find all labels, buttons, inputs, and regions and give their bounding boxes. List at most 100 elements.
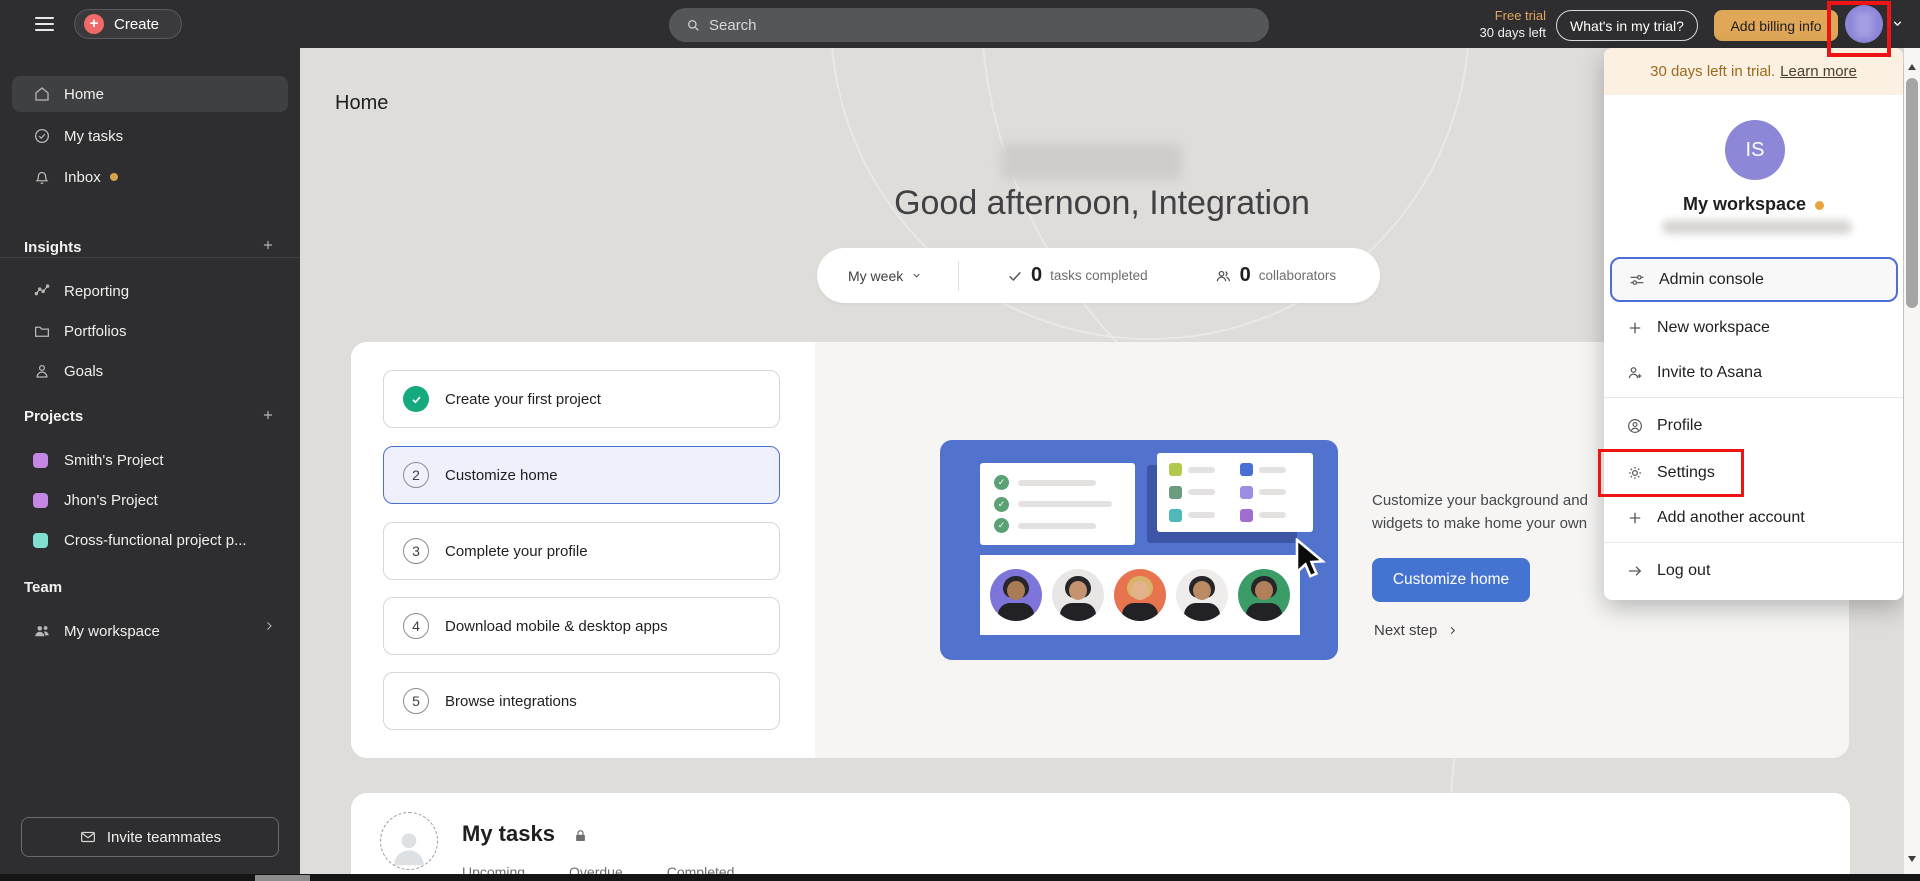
menu-item-profile[interactable]: Profile <box>1610 408 1898 444</box>
people-icon <box>33 622 51 640</box>
checklist-item-label: Browse integrations <box>445 692 577 710</box>
next-step-label: Next step <box>1374 622 1438 639</box>
sidebar-item-goals[interactable]: Goals <box>12 353 288 389</box>
step-number-badge: 5 <box>403 688 429 714</box>
add-billing-info-button[interactable]: Add billing info <box>1714 10 1838 41</box>
mouse-cursor <box>1288 538 1328 582</box>
sidebar-item-label: Goals <box>64 362 104 380</box>
next-step-link[interactable]: Next step <box>1374 622 1458 639</box>
sidebar-item-my-tasks[interactable]: My tasks <box>12 118 288 154</box>
inbox-notification-dot <box>109 173 118 181</box>
hamburger-menu-icon[interactable] <box>35 17 54 31</box>
sidebar-section-insights[interactable]: Insights <box>24 239 82 256</box>
top-bar: + Create Search Free trial 30 days left … <box>0 0 1920 48</box>
menu-item-label: Profile <box>1657 417 1703 434</box>
chevron-right-icon[interactable] <box>263 620 275 632</box>
plus-icon <box>1626 319 1644 337</box>
illustration-team-avatars <box>980 555 1300 635</box>
avatar <box>1176 569 1228 621</box>
my-tasks-card: My tasks Upcoming Overdue Completed <box>351 793 1850 881</box>
menu-item-add-another-account[interactable]: Add another account <box>1610 500 1898 536</box>
checklist-item-download-apps[interactable]: 4 Download mobile & desktop apps <box>383 597 780 655</box>
envelope-icon <box>79 828 97 846</box>
menu-item-label: Add another account <box>1657 509 1805 526</box>
tasks-completed-stat: 0 tasks completed <box>1007 264 1148 287</box>
checklist-item-customize-home[interactable]: 2 Customize home <box>383 446 780 504</box>
invite-teammates-label: Invite teammates <box>106 828 222 846</box>
scrollbar-up-arrow[interactable] <box>1908 64 1916 70</box>
menu-item-admin-console[interactable]: Admin console <box>1610 257 1898 302</box>
illustration-tasks-card: ✓ ✓ ✓ <box>980 463 1135 545</box>
create-button[interactable]: + Create <box>74 9 182 39</box>
free-trial-label: Free trial <box>1494 8 1546 23</box>
project-color-icon <box>33 452 48 468</box>
invite-teammates-button[interactable]: Invite teammates <box>21 817 279 857</box>
avatar <box>1114 569 1166 621</box>
menu-item-label: Log out <box>1657 562 1711 579</box>
blurred-date-text <box>1001 143 1182 180</box>
promo-text-line1: Customize your background and <box>1372 492 1588 509</box>
workspace-status-dot <box>1815 201 1825 210</box>
bell-icon <box>33 168 51 186</box>
avatar <box>1052 569 1104 621</box>
menu-item-label: New workspace <box>1657 319 1770 336</box>
scrollbar-thumb[interactable] <box>1906 78 1918 308</box>
menu-item-log-out[interactable]: Log out <box>1610 553 1898 589</box>
sidebar-project-smiths[interactable]: Smith's Project <box>12 442 288 478</box>
customize-home-button[interactable]: Customize home <box>1372 558 1530 602</box>
taskbar-notch <box>255 875 310 881</box>
my-week-dropdown[interactable]: My week <box>817 268 958 284</box>
promo-text-line2: widgets to make home your own <box>1372 515 1588 532</box>
workspace-name: My workspace <box>1604 194 1903 215</box>
sidebar-item-inbox[interactable]: Inbox <box>12 159 288 195</box>
sidebar-item-portfolios[interactable]: Portfolios <box>12 313 288 349</box>
add-insights-icon[interactable] <box>261 238 275 252</box>
sidebar-divider <box>0 257 300 258</box>
checklist-item-label: Customize home <box>445 466 558 484</box>
sidebar-item-label: My tasks <box>64 127 124 145</box>
blurred-account-email <box>1662 220 1852 234</box>
checklist-item-browse-integrations[interactable]: 5 Browse integrations <box>383 672 780 730</box>
greeting-text: Good afternoon, Integration <box>894 184 1310 222</box>
asana-home-screen: Home Good afternoon, Integration My week… <box>0 0 1920 881</box>
lock-icon <box>573 828 588 844</box>
sidebar-item-my-workspace[interactable]: My workspace <box>12 613 288 649</box>
add-project-icon[interactable] <box>261 408 275 422</box>
scrollbar-down-arrow[interactable] <box>1908 856 1916 862</box>
person-plus-icon <box>1626 364 1644 382</box>
checklist-item-create-project[interactable]: Create your first project <box>383 370 780 428</box>
chevron-down-icon <box>911 270 922 281</box>
sidebar-item-label: Home <box>64 85 105 103</box>
menu-item-invite-to-asana[interactable]: Invite to Asana <box>1610 355 1898 391</box>
menu-item-label: Invite to Asana <box>1657 364 1762 381</box>
sidebar-item-label: Jhon's Project <box>64 491 158 509</box>
illustration-widgets-card <box>1157 453 1313 532</box>
checklist-item-complete-profile[interactable]: 3 Complete your profile <box>383 522 780 580</box>
my-tasks-title: My tasks <box>462 821 555 846</box>
step-number-badge: 2 <box>403 462 429 488</box>
sidebar-item-home[interactable]: Home <box>12 76 288 112</box>
tasks-completed-label: tasks completed <box>1050 268 1148 283</box>
stats-divider <box>958 260 959 291</box>
sidebar-project-jhons[interactable]: Jhon's Project <box>12 482 288 518</box>
create-button-label: Create <box>114 15 160 33</box>
sidebar-project-cross-functional[interactable]: Cross-functional project p... <box>12 522 288 558</box>
avatar <box>990 569 1042 621</box>
account-menu: 30 days left in trial. Learn more IS My … <box>1604 48 1903 600</box>
search-input[interactable]: Search <box>669 8 1269 42</box>
learn-more-link[interactable]: Learn more <box>1780 63 1857 80</box>
project-color-icon <box>33 492 48 508</box>
chevron-down-icon[interactable] <box>1891 17 1904 30</box>
profile-avatar-placeholder[interactable] <box>380 812 438 870</box>
sidebar-item-label: Inbox <box>64 168 101 186</box>
menu-item-new-workspace[interactable]: New workspace <box>1610 310 1898 346</box>
sidebar-section-projects[interactable]: Projects <box>24 408 83 425</box>
checklist-item-label: Create your first project <box>445 390 601 408</box>
checklist-item-label: Complete your profile <box>445 542 588 560</box>
sidebar-item-reporting[interactable]: Reporting <box>12 273 288 309</box>
page-scrollbar[interactable] <box>1904 48 1920 881</box>
menu-item-label: Admin console <box>1659 270 1764 288</box>
line-chart-icon <box>33 282 51 300</box>
whats-in-my-trial-button[interactable]: What's in my trial? <box>1556 10 1698 41</box>
highlight-box-settings <box>1598 449 1744 497</box>
